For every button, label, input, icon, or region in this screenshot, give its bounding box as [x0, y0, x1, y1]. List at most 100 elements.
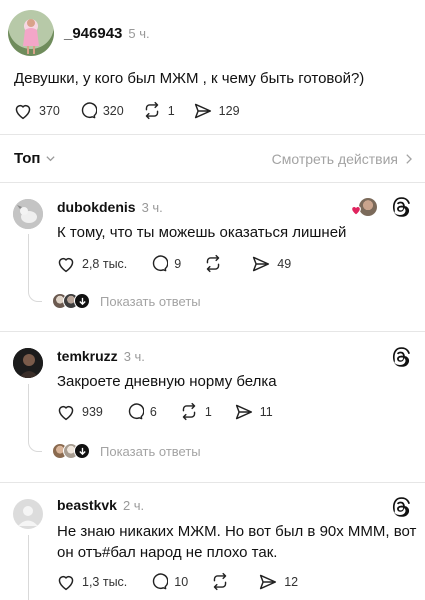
comment-repost-count: 1	[204, 404, 212, 419]
comment-like-count: 1,3 тыс.	[82, 574, 128, 589]
heart-icon	[58, 575, 74, 590]
comment-reply-button[interactable]: 6	[125, 402, 157, 421]
post-share-button[interactable]: 129	[193, 102, 240, 120]
comment-actions: 1,3 тыс. 10 12	[56, 572, 298, 591]
heart-icon	[58, 257, 74, 272]
sort-label: Топ	[14, 150, 41, 167]
avatar-figure-icon	[23, 19, 39, 54]
comment-share-button[interactable]: 12	[258, 573, 298, 591]
comment-share-count: 49	[277, 256, 292, 271]
post-divider	[0, 134, 425, 135]
post-like-button[interactable]: 370	[13, 102, 60, 120]
comment-reply-count: 10	[174, 574, 189, 589]
comment-bubble-icon	[128, 403, 144, 420]
comment-divider	[0, 482, 425, 483]
comment-username[interactable]: beastkvk	[57, 497, 117, 513]
thread-line	[28, 384, 29, 442]
comment-reply-count: 9	[174, 256, 182, 271]
comment-divider	[0, 331, 425, 332]
comment-username[interactable]: temkruzz	[57, 348, 118, 364]
comment-actions: 2,8 тыс. 9 49	[56, 254, 291, 273]
comment-text: Закроете дневную норму белка	[57, 373, 277, 390]
post-like-count: 370	[39, 103, 60, 118]
share-send-icon	[194, 103, 211, 118]
comment-bubble-icon	[153, 255, 169, 272]
show-replies-row[interactable]: Показать ответы	[52, 293, 201, 309]
threads-logo-icon[interactable]	[390, 346, 412, 368]
threads-logo-icon[interactable]	[390, 196, 412, 218]
comment-bubble-icon	[153, 573, 169, 590]
comment-share-button[interactable]: 49	[251, 255, 291, 273]
sort-divider	[0, 182, 425, 183]
chevron-down-icon	[46, 156, 56, 162]
view-actions-label: Смотреть действия	[271, 151, 398, 167]
comment-text-line-1: Не знаю никаких МЖМ. Но вот был в 90х ММ…	[57, 523, 417, 540]
comment-text: К тому, что ты можешь оказаться лишней	[57, 224, 347, 241]
post-avatar[interactable]	[8, 10, 54, 56]
comment-share-count: 12	[284, 574, 299, 589]
comment-like-count: 939	[82, 404, 103, 419]
comment-bubble-icon	[81, 102, 97, 119]
thread-line	[28, 535, 29, 600]
post-username[interactable]: _946943	[64, 25, 122, 42]
view-actions-link[interactable]: Смотреть действия	[272, 151, 413, 167]
repost-icon	[206, 254, 220, 273]
post-repost-button[interactable]: 1	[142, 101, 175, 120]
comment-avatar[interactable]	[13, 199, 43, 229]
share-send-icon	[235, 404, 252, 419]
post-repost-count: 1	[167, 103, 175, 118]
person-photo-icon	[13, 348, 43, 378]
post-share-count: 129	[218, 103, 240, 118]
comment-share-button[interactable]: 11	[234, 403, 273, 421]
comment-header: temkruzz 3 ч.	[57, 348, 145, 364]
comment-like-count: 2,8 тыс.	[82, 256, 128, 271]
show-replies-row[interactable]: Показать ответы	[52, 443, 201, 459]
thread-line	[28, 234, 29, 292]
comment-reply-count: 6	[149, 404, 157, 419]
sort-dropdown[interactable]: Топ	[14, 150, 56, 167]
share-send-icon	[253, 256, 270, 271]
arrow-down-circle-icon	[74, 443, 90, 459]
post-time: 5 ч.	[128, 26, 150, 41]
liked-by-author-badge	[349, 198, 377, 216]
show-replies-label: Показать ответы	[100, 443, 201, 459]
comment-reply-button[interactable]: 9	[149, 254, 181, 273]
comment-actions: 939 6 1 11	[56, 402, 273, 421]
chevron-right-icon	[406, 154, 412, 164]
comment-header: dubokdenis 3 ч.	[57, 199, 163, 215]
post-comment-count: 320	[102, 103, 124, 118]
heart-icon	[58, 405, 74, 420]
default-avatar-icon[interactable]	[13, 499, 43, 529]
comment-share-count: 11	[259, 404, 273, 419]
comment-reply-button[interactable]: 10	[149, 572, 188, 591]
heart-icon	[15, 104, 31, 119]
comment-like-button[interactable]: 1,3 тыс.	[56, 573, 127, 591]
comment-username[interactable]: dubokdenis	[57, 199, 136, 215]
dog-photo-icon	[13, 199, 43, 229]
comment-time: 3 ч.	[123, 349, 145, 364]
comment-time: 3 ч.	[141, 200, 163, 215]
share-send-icon	[260, 574, 277, 589]
comment-repost-button[interactable]: 1	[179, 402, 212, 421]
comment-like-button[interactable]: 2,8 тыс.	[56, 255, 127, 273]
comment-repost-button[interactable]	[203, 254, 229, 273]
repost-icon	[145, 101, 158, 120]
comment-time: 2 ч.	[122, 498, 145, 513]
red-heart-icon	[351, 205, 361, 216]
post-text: Девушки, у кого был МЖМ , к чему быть го…	[14, 70, 365, 87]
repost-icon	[182, 402, 196, 421]
arrow-down-circle-icon	[74, 293, 90, 309]
show-replies-label: Показать ответы	[100, 293, 201, 309]
comment-header: beastkvk 2 ч.	[57, 497, 144, 513]
comment-avatar[interactable]	[13, 348, 43, 378]
post-header: _946943 5 ч.	[64, 25, 150, 42]
comment-like-button[interactable]: 939	[56, 403, 103, 421]
comment-repost-button[interactable]	[210, 572, 236, 591]
thread-curve	[28, 292, 42, 302]
post-comment-button[interactable]: 320	[78, 101, 124, 120]
thread-curve	[28, 442, 42, 452]
post-actions: 370 320 1 129	[13, 101, 240, 120]
threads-logo-icon[interactable]	[390, 496, 412, 518]
repost-icon	[213, 572, 227, 591]
comment-text-line-2: он отъ#бал народ не плохо так.	[57, 544, 278, 561]
